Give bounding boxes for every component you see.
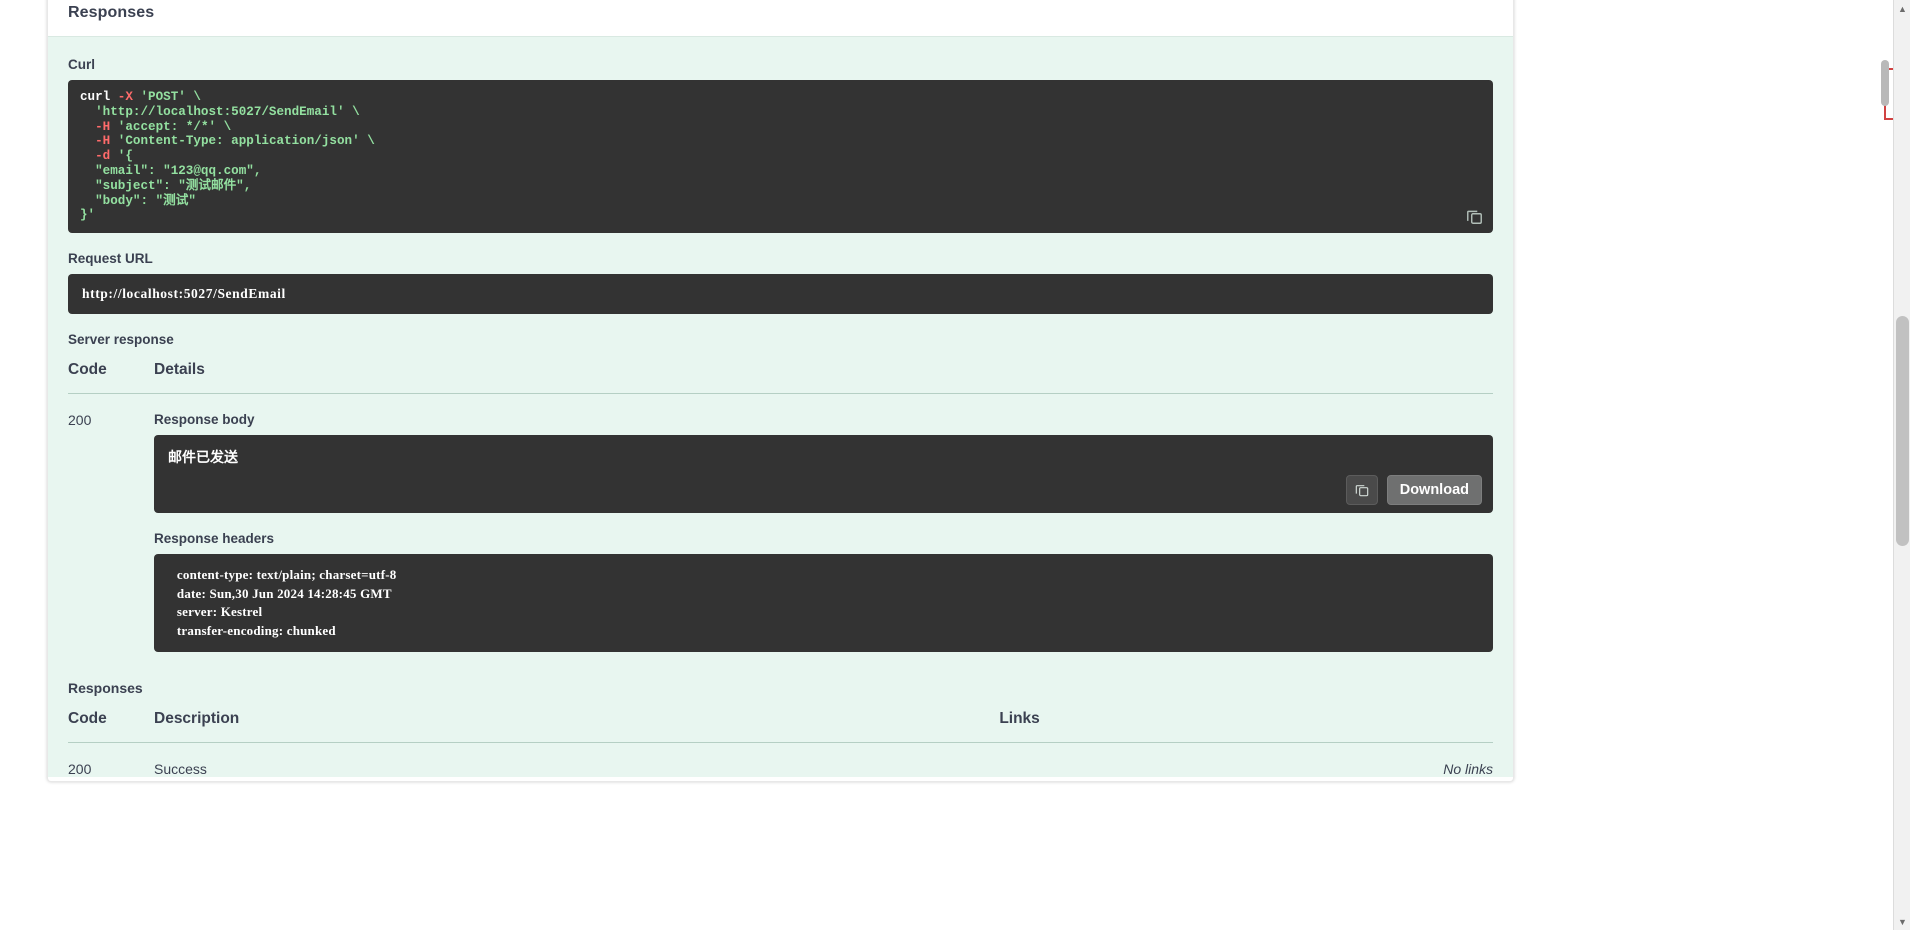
header-code: Code	[68, 361, 154, 395]
request-url-value: http://localhost:5027/SendEmail	[82, 286, 286, 302]
curl-code-block: curl -X 'POST' \ 'http://localhost:5027/…	[68, 80, 1493, 234]
page-scrollbar[interactable]: ▲ ▼	[1893, 0, 1910, 930]
inner-scrollbar-thumb[interactable]	[1881, 60, 1889, 106]
responses-section-header: Responses	[48, 0, 1513, 36]
response-body-actions: Download	[1345, 475, 1482, 506]
response-headers-block: content-type: text/plain; charset=utf-8 …	[154, 554, 1493, 653]
page-scrollbar-thumb[interactable]	[1896, 316, 1909, 546]
header-code: Code	[68, 710, 154, 744]
table-row: 200 Response body 邮件已发送 Download Respons…	[68, 394, 1493, 671]
response-links: No links	[1443, 761, 1493, 778]
responses-spec-table: Code Description Links 200 Success No li…	[68, 710, 1493, 777]
table-row: 200 Success No links	[68, 743, 1493, 778]
request-url-block: http://localhost:5027/SendEmail	[68, 274, 1493, 315]
response-headers-label: Response headers	[154, 531, 275, 547]
response-body-block: 邮件已发送 Download	[154, 435, 1493, 514]
response-code: 200	[68, 761, 92, 778]
curl-command-text: curl -X 'POST' \ 'http://localhost:5027/…	[80, 90, 375, 223]
server-response-table-body: 200 Response body 邮件已发送 Download Respons…	[68, 394, 1493, 671]
chevron-down-icon[interactable]: ▼	[1894, 913, 1910, 930]
response-headers-text: content-type: text/plain; charset=utf-8 …	[176, 567, 397, 638]
download-button[interactable]: Download	[1386, 475, 1482, 506]
page-root: Responses Curl curl -X 'POST' \ 'http://…	[0, 0, 1910, 930]
request-url-label: Request URL	[68, 251, 153, 267]
copy-to-clipboard-icon[interactable]	[1345, 475, 1378, 506]
header-links: Links	[999, 710, 1493, 744]
copy-to-clipboard-icon[interactable]	[1465, 207, 1484, 226]
responses-spec-head: Code Description Links	[68, 710, 1493, 744]
header-description: Description	[154, 710, 1000, 744]
table-header-row: Code Details	[68, 361, 1493, 395]
server-response-table-head: Code Details	[68, 361, 1493, 395]
server-response-label: Server response	[68, 332, 174, 348]
response-body-text: 邮件已发送	[168, 451, 238, 467]
responses-spec-label: Responses	[68, 680, 143, 697]
live-response-wrapper: Curl curl -X 'POST' \ 'http://localhost:…	[48, 36, 1513, 778]
table-header-row: Code Description Links	[68, 710, 1493, 744]
page-title: Responses	[68, 4, 155, 21]
chevron-up-icon[interactable]: ▲	[1894, 0, 1910, 17]
curl-label: Curl	[68, 57, 95, 72]
responses-spec-body: 200 Success No links	[68, 743, 1493, 778]
response-status-code: 200	[68, 412, 92, 429]
response-details-cell: Response body 邮件已发送 Download Response he…	[154, 394, 1493, 671]
operation-response-panel: Responses Curl curl -X 'POST' \ 'http://…	[47, 0, 1514, 783]
header-details: Details	[154, 361, 1493, 395]
inner-scrollbar[interactable]	[1881, 60, 1889, 540]
server-response-table: Code Details 200 Response body 邮件已发送 Dow…	[68, 361, 1493, 670]
response-body-label: Response body	[154, 412, 255, 428]
response-description: Success	[154, 761, 207, 778]
